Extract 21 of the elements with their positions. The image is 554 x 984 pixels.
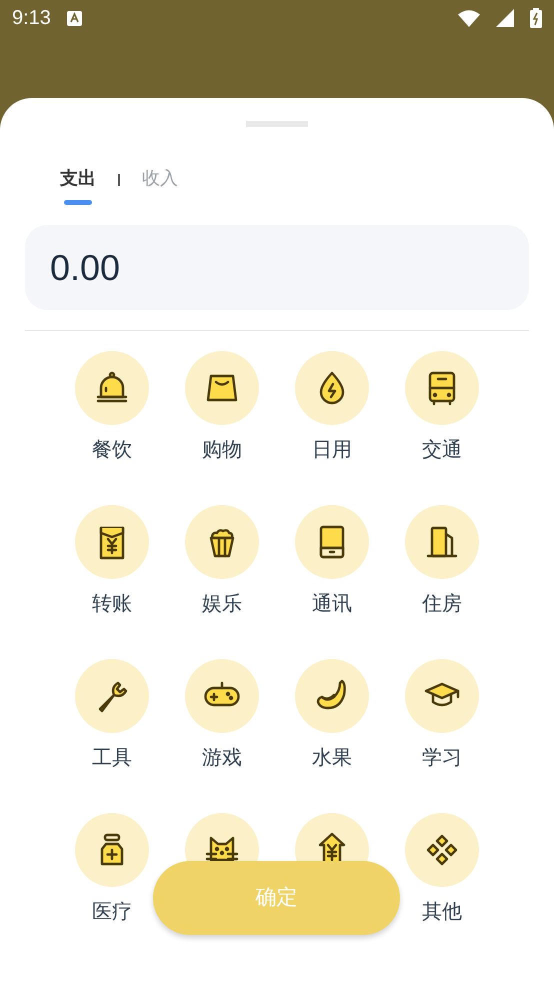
category-label: 其他 [422, 899, 462, 923]
category-label: 购物 [202, 437, 242, 461]
category-label: 学习 [422, 745, 462, 769]
tab[interactable]: 支出 [60, 167, 96, 205]
category-label: 交通 [422, 437, 462, 461]
wifi-icon [458, 10, 480, 26]
category-label: 通讯 [312, 591, 352, 615]
amount-field[interactable]: 0.00 [25, 225, 529, 310]
category-label: 医疗 [92, 899, 132, 923]
status-time: 9:13 [12, 6, 51, 31]
category-label: 游戏 [202, 745, 242, 769]
battery-icon [530, 8, 542, 28]
category-label: 水果 [312, 745, 352, 769]
category-label: 工具 [92, 745, 132, 769]
keyboard-a-icon [66, 10, 82, 26]
category-label: 日用 [312, 437, 352, 461]
category-label: 住房 [422, 591, 462, 615]
category-label: 转账 [92, 591, 132, 615]
category-label: 娱乐 [202, 591, 242, 615]
signal-icon [496, 9, 514, 27]
category-label: 餐饮 [92, 437, 132, 461]
